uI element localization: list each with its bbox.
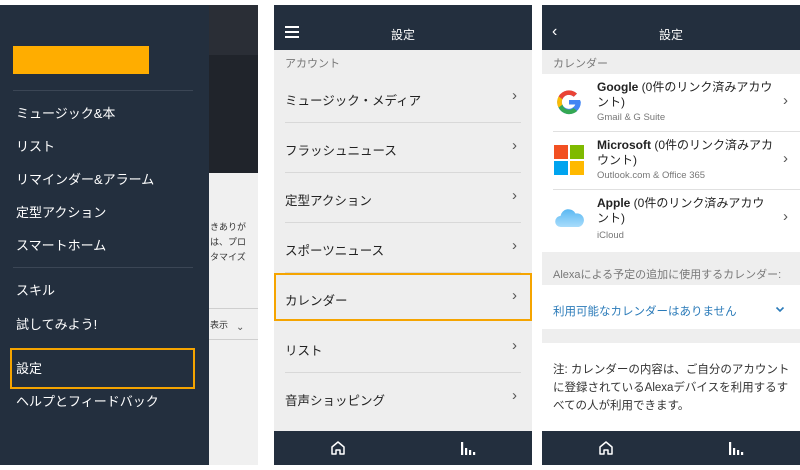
section-header: カレンダー: [542, 50, 800, 74]
activity-icon[interactable]: [460, 440, 476, 456]
bottom-nav: [274, 431, 532, 465]
chevron-right-icon: ›: [512, 237, 517, 254]
account-apple[interactable]: Apple (0件のリンク済みアカウント) iCloud ›: [542, 190, 800, 252]
drawer-item-music-books[interactable]: ミュージック&本: [16, 106, 115, 122]
drawer-item-skills[interactable]: スキル: [16, 283, 55, 299]
app-bar: 設定: [274, 5, 532, 50]
chevron-down-icon: [775, 306, 785, 313]
chevron-right-icon: ›: [512, 87, 517, 104]
microsoft-icon: [554, 145, 584, 175]
row-label: フラッシュニュース: [285, 144, 397, 158]
account-subtitle: Outlook.com & Office 365: [597, 170, 706, 181]
background-divider: [209, 308, 258, 309]
background-text: きありが: [210, 222, 247, 232]
drawer-item-reminders-alarms[interactable]: リマインダー&アラーム: [16, 172, 154, 188]
default-calendar-label: Alexaによる予定の追加に使用するカレンダー:: [553, 269, 782, 281]
account-list: Google (0件のリンク済みアカウント) Gmail & G Suite ›…: [542, 74, 800, 252]
chevron-right-icon: ›: [512, 137, 517, 154]
icloud-icon: [555, 209, 584, 228]
account-google[interactable]: Google (0件のリンク済みアカウント) Gmail & G Suite ›: [542, 74, 800, 132]
drawer-item-lists[interactable]: リスト: [16, 139, 55, 155]
drawer-divider: [13, 90, 193, 91]
row-label: スポーツニュース: [285, 244, 385, 258]
chevron-down-icon: ⌄: [236, 322, 245, 333]
page-title: 設定: [390, 28, 415, 42]
google-icon: [557, 90, 581, 115]
dropdown-value: 利用可能なカレンダーはありません: [553, 306, 737, 318]
navigation-drawer: ミュージック&本 リスト リマインダー&アラーム 定型アクション スマートホーム…: [0, 5, 209, 465]
chevron-right-icon: ›: [512, 187, 517, 204]
background-divider: [209, 339, 258, 340]
settings-row-voice-shopping[interactable]: 音声ショッピング ›: [274, 373, 532, 423]
section-label: カレンダー: [553, 58, 608, 70]
drawer-divider: [13, 267, 193, 268]
section-header: アカウント: [285, 58, 340, 70]
row-label: 定型アクション: [285, 194, 372, 208]
calendar-screen: ‹ 設定 カレンダー Google (0件のリンク済みアカウント) Gmail …: [542, 5, 800, 465]
privacy-note: 注: カレンダーの内容は、ご自分のアカウントに登録されているAlexaデバイスを…: [553, 364, 790, 412]
drawer-item-routines[interactable]: 定型アクション: [16, 205, 106, 221]
background-app-banner: [209, 55, 258, 173]
chevron-right-icon: ›: [783, 150, 788, 167]
background-text: は、プロ: [210, 237, 247, 247]
highlight-box: [274, 273, 532, 321]
row-label: 音声ショッピング: [285, 394, 386, 408]
home-icon[interactable]: [598, 440, 614, 456]
background-app-header: [209, 5, 258, 55]
settings-row-lists[interactable]: リスト ›: [274, 323, 532, 373]
account-subtitle: iCloud: [597, 230, 624, 241]
account-name: Google (0件のリンク済みアカウント): [597, 80, 773, 109]
page-title: 設定: [658, 28, 683, 42]
settings-row-flash-briefing[interactable]: フラッシュニュース ›: [274, 123, 532, 173]
background-text: 表示: [210, 320, 229, 330]
app-bar: ‹ 設定: [542, 5, 800, 50]
settings-row-sports[interactable]: スポーツニュース ›: [274, 223, 532, 273]
account-name: Microsoft (0件のリンク済みアカウント): [597, 138, 774, 167]
account-name: Apple (0件のリンク済みアカウント): [597, 196, 765, 225]
drawer-item-help-feedback[interactable]: ヘルプとフィードバック: [16, 394, 159, 410]
drawer-item-try[interactable]: 試してみよう!: [16, 317, 97, 333]
home-icon[interactable]: [330, 440, 346, 456]
highlight-box: [10, 348, 195, 389]
account-microsoft[interactable]: Microsoft (0件のリンク済みアカウント) Outlook.com & …: [542, 132, 800, 190]
chevron-right-icon: ›: [783, 92, 788, 109]
chevron-right-icon: ›: [512, 337, 517, 354]
settings-screen: 設定 アカウント ミュージック・メディア › フラッシュニュース › 定型アクシ…: [274, 5, 532, 465]
chevron-right-icon: ›: [512, 387, 517, 404]
row-label: ミュージック・メディア: [285, 94, 422, 108]
account-subtitle: Gmail & G Suite: [597, 112, 666, 123]
drawer-screen: きありが は、プロ タマイズ 表示 ⌄ ミュージック&本 リスト リマインダー&…: [0, 5, 258, 465]
background-text: タマイズ: [210, 252, 246, 262]
settings-row-routines[interactable]: 定型アクション ›: [274, 173, 532, 223]
settings-row-music-media[interactable]: ミュージック・メディア ›: [274, 73, 532, 123]
activity-icon[interactable]: [728, 440, 744, 456]
drawer-item-smart-home[interactable]: スマートホーム: [16, 238, 106, 254]
chevron-right-icon: ›: [783, 208, 788, 225]
bottom-nav: [542, 431, 800, 465]
row-label: リスト: [285, 344, 323, 358]
amazon-logo: [13, 46, 149, 74]
